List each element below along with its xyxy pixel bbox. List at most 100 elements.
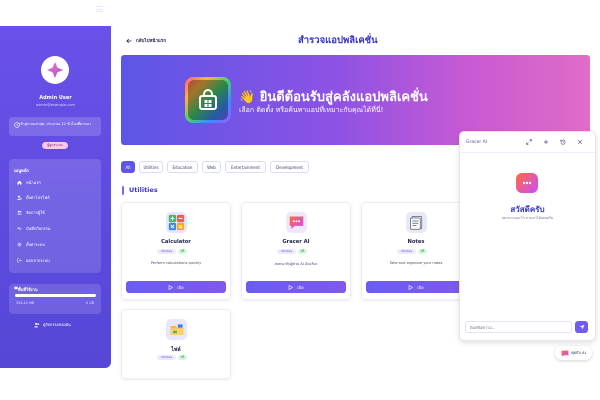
activity-icon: [17, 226, 22, 231]
category-tag: Utilities: [277, 249, 296, 254]
home-icon: [17, 180, 22, 185]
hamburger-menu-icon[interactable]: [96, 6, 103, 12]
app-window: Gracer AI Admin User admin@example.com เ…: [0, 0, 600, 400]
play-icon: [408, 284, 414, 290]
my-activity-link[interactable]: ดูกิจกรรมของฉัน: [34, 322, 71, 328]
gear-icon: [17, 242, 22, 247]
storage-progress-bar: [15, 294, 96, 297]
back-button[interactable]: กลับไปหน้าแรก: [126, 37, 166, 44]
sidebar-brand: Gracer AI: [6, 7, 35, 13]
folder-icon: [166, 319, 187, 340]
shopping-bag-icon: [199, 89, 217, 110]
send-icon: [579, 324, 584, 330]
arrow-left-icon: [126, 38, 132, 43]
role-badge: ผู้ดูแลระบบ: [42, 142, 68, 149]
filter-chip-development[interactable]: Development: [270, 161, 309, 173]
user-email: admin@example.com: [35, 103, 76, 107]
send-button[interactable]: [575, 321, 588, 333]
sidebar-item-label: ตั้งค่าระบบ: [26, 242, 45, 247]
hero-title: 👋 ยินดีต้อนรับสู่คลังแอปพลิเคชั่น: [239, 90, 428, 105]
app-description: Take and organize your notes: [389, 261, 443, 265]
users-icon: [34, 322, 40, 328]
price-tag: ฟรี: [418, 249, 427, 254]
user-settings-icon: [17, 195, 22, 200]
section-title: Utilities: [129, 186, 158, 194]
sidebar-item-profile-settings[interactable]: ตั้งค่าโปรไฟล์: [17, 194, 50, 201]
category-tag: Utilities: [397, 249, 416, 254]
chat-message-input[interactable]: [465, 321, 572, 333]
filter-chip-utilities[interactable]: Utilities: [139, 161, 163, 173]
sidebar-item-label: จัดการผู้ใช้: [26, 210, 45, 215]
play-icon: [288, 284, 294, 290]
open-label: เปิด: [297, 284, 304, 290]
expand-icon[interactable]: [526, 139, 532, 145]
folder-glyph-icon: [170, 323, 183, 335]
chat-bubble-icon: [286, 212, 307, 233]
ai-chat-icon: [561, 350, 569, 357]
storage-total: 0 GB: [86, 301, 95, 305]
gracer-ai-logo-icon: [516, 173, 538, 193]
chat-title: Gracer AI: [466, 140, 488, 145]
category-tag: Utilities: [157, 249, 176, 254]
open-label: เปิด: [417, 284, 424, 290]
open-app-button[interactable]: เปิด: [246, 281, 346, 293]
sidebar-nav-title: เมนูหลัก: [14, 168, 29, 173]
plus-icon[interactable]: [543, 139, 549, 145]
avatar[interactable]: [41, 56, 69, 84]
chat-help-text: อยากถามอะไร ถามมาได้เลยครับ: [501, 216, 554, 220]
chat-dots-icon: [522, 181, 532, 185]
sidebar-item-system-settings[interactable]: ตั้งค่าระบบ: [17, 241, 45, 248]
storage-progress-fill: [15, 294, 96, 297]
user-name: Admin User: [39, 95, 72, 101]
filter-chip-web[interactable]: Web: [202, 161, 221, 173]
chat-with-ai-button[interactable]: คุยกับ AI: [555, 346, 592, 360]
app-name: Notes: [407, 239, 425, 245]
app-name: Calculator: [161, 239, 191, 245]
price-tag: ฟรี: [298, 249, 307, 254]
sidebar-item-manage-users[interactable]: จัดการผู้ใช้: [17, 209, 45, 216]
app-name: ไฟล์: [171, 347, 181, 353]
sidebar-nav: [9, 159, 101, 273]
my-activity-label: ดูกิจกรรมของฉัน: [43, 322, 71, 327]
filter-chip-all[interactable]: All: [121, 161, 135, 173]
notes-icon: [406, 212, 427, 233]
section-accent-bar: [122, 186, 124, 195]
app-description: สนทนากับผู้ช่วย AI อัจฉริยะ: [274, 262, 318, 266]
app-description: Perform calculations quickly: [150, 261, 202, 265]
sidebar-item-label: ออกจากระบบ: [26, 258, 50, 263]
category-tag: Utilities: [157, 355, 176, 360]
filter-chip-education[interactable]: Education: [167, 161, 198, 173]
ai-chat-icon: [289, 216, 304, 229]
open-label: เปิด: [177, 284, 184, 290]
sidebar-item-label: ตั้งค่าโปรไฟล์: [26, 195, 50, 200]
storage-title: พื้นที่ใช้งาน: [18, 287, 38, 292]
calculator-grid-icon: [168, 214, 185, 231]
storage-used: 254.42 MB: [16, 301, 35, 305]
play-icon: [168, 284, 174, 290]
notepad-icon: [410, 216, 423, 230]
sidebar-item-logout[interactable]: ออกจากระบบ: [17, 257, 50, 264]
open-app-button[interactable]: เปิด: [366, 281, 466, 293]
hero-subtitle: เลือก ติดตั้ง หรือค้นหาแอปที่เหมาะกับคุณ…: [239, 106, 384, 114]
sidebar-item-label: หน้าแรก: [26, 180, 41, 185]
logout-icon: [17, 258, 22, 263]
price-tag: ฟรี: [178, 249, 187, 254]
chat-with-ai-label: คุยกับ AI: [571, 350, 586, 355]
app-name: Gracer AI: [282, 239, 310, 245]
close-icon[interactable]: [577, 139, 583, 145]
chat-panel: [459, 131, 596, 341]
history-icon[interactable]: [560, 139, 566, 145]
app-store-icon: [185, 77, 231, 123]
sidebar-item-activity-log[interactable]: บันทึกกิจกรรม: [17, 225, 50, 232]
back-label: กลับไปหน้าแรก: [136, 39, 167, 44]
filter-chip-entertainment[interactable]: Entertainment: [225, 161, 266, 173]
calculator-icon: [166, 212, 187, 233]
page-title: สำรวจแอปพลิเคชั่น: [298, 35, 378, 46]
last-login-text: เข้าสู่ระบบล่าสุด: ประมาณ 22 ชั่วโมงที่ผ…: [19, 122, 91, 126]
sidebar-item-label: บันทึกกิจกรรม: [26, 226, 51, 231]
users-icon: [17, 210, 22, 215]
chat-header-divider: [460, 152, 595, 153]
open-app-button[interactable]: เปิด: [126, 281, 226, 293]
sidebar-item-home[interactable]: หน้าแรก: [17, 179, 41, 186]
price-tag: ฟรี: [178, 355, 187, 360]
